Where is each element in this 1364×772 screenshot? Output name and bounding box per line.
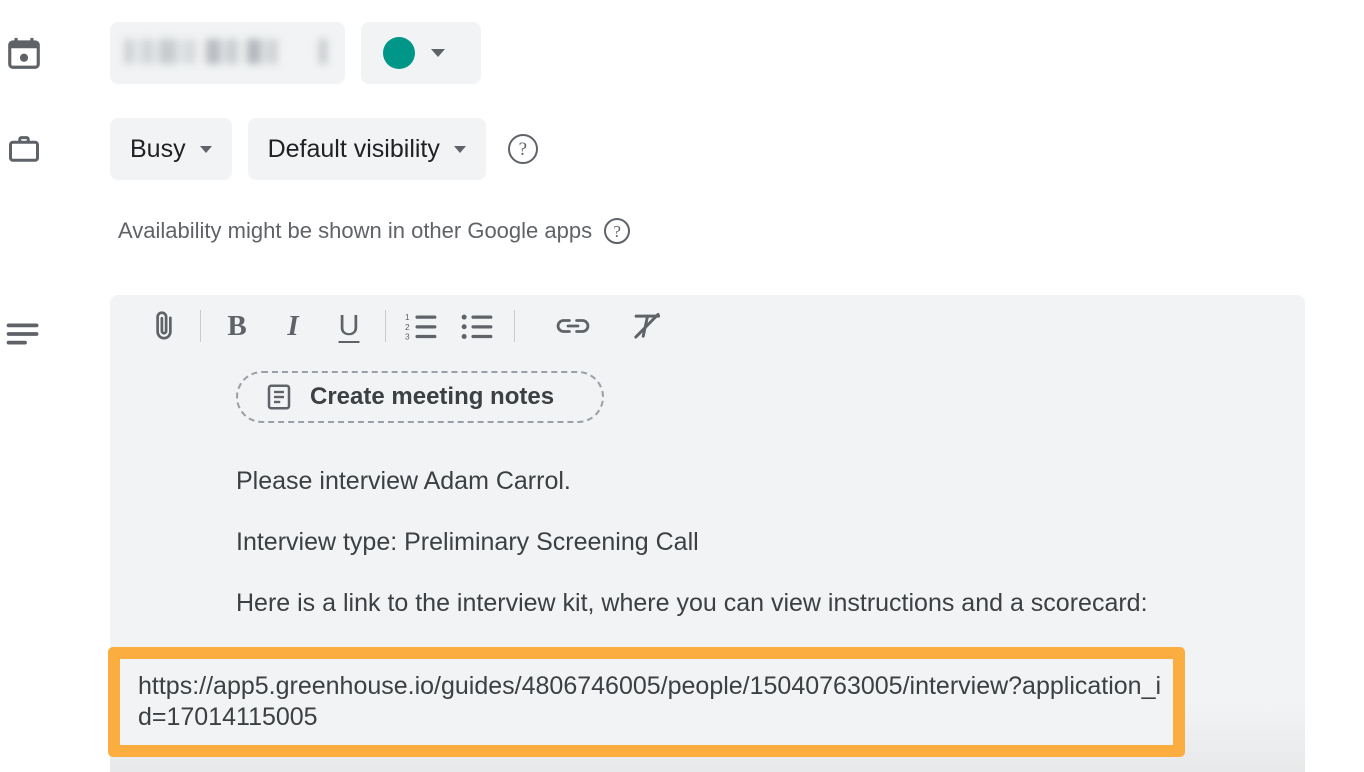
- document-icon: [264, 382, 294, 412]
- italic-icon[interactable]: I: [265, 298, 321, 354]
- briefcase-icon: [0, 118, 48, 180]
- interview-kit-link-highlight: https://app5.greenhouse.io/guides/480674…: [108, 647, 1185, 757]
- bold-glyph: B: [227, 309, 247, 342]
- event-color-picker[interactable]: [361, 22, 481, 84]
- event-title-row: [0, 22, 481, 84]
- description-paragraph: Please interview Adam Carrol.: [236, 467, 571, 495]
- toolbar-divider-1: [200, 310, 201, 342]
- color-swatch-icon: [383, 37, 415, 69]
- clear-formatting-icon[interactable]: [619, 298, 675, 354]
- help-circle-icon[interactable]: ?: [507, 134, 538, 164]
- availability-note: Availability might be shown in other Goo…: [118, 218, 631, 244]
- visibility-dropdown[interactable]: Default visibility: [247, 118, 486, 180]
- svg-text:3: 3: [405, 331, 410, 341]
- chevron-down-icon: [199, 145, 212, 153]
- attach-file-icon[interactable]: [136, 298, 192, 354]
- availability-note-text: Availability might be shown in other Goo…: [118, 218, 593, 243]
- toolbar-divider-3: [514, 310, 515, 342]
- visibility-label: Default visibility: [267, 134, 440, 163]
- calendar-icon: [0, 22, 48, 84]
- busy-label: Busy: [130, 134, 186, 163]
- numbered-list-icon[interactable]: 1 2 3: [394, 298, 450, 354]
- redacted-title-text: [124, 39, 328, 64]
- italic-glyph: I: [287, 309, 299, 342]
- bold-icon[interactable]: B: [209, 298, 265, 354]
- description-paragraph: Interview type: Preliminary Screening Ca…: [236, 527, 699, 556]
- event-title-input[interactable]: [110, 22, 345, 84]
- svg-text:1: 1: [405, 312, 410, 322]
- rich-text-toolbar: B I U 1 2 3: [110, 295, 1305, 357]
- help-circle-icon[interactable]: ?: [604, 218, 631, 244]
- underline-glyph: U: [338, 309, 360, 342]
- interview-kit-link[interactable]: https://app5.greenhouse.io/guides/480674…: [120, 659, 1173, 733]
- create-meeting-notes-label: Create meeting notes: [310, 383, 555, 410]
- create-meeting-notes-button[interactable]: Create meeting notes: [236, 371, 604, 423]
- busy-dropdown[interactable]: Busy: [110, 118, 232, 180]
- underline-icon[interactable]: U: [321, 298, 377, 354]
- bulleted-list-icon[interactable]: [450, 298, 506, 354]
- description-lines-icon: [0, 322, 48, 348]
- availability-row: Busy Default visibility ?: [0, 118, 538, 180]
- insert-link-icon[interactable]: [545, 298, 601, 354]
- description-paragraph: Here is a link to the interview kit, whe…: [236, 588, 1148, 617]
- chevron-down-icon: [453, 145, 466, 153]
- chevron-down-icon: [431, 49, 445, 57]
- toolbar-divider-2: [385, 310, 386, 342]
